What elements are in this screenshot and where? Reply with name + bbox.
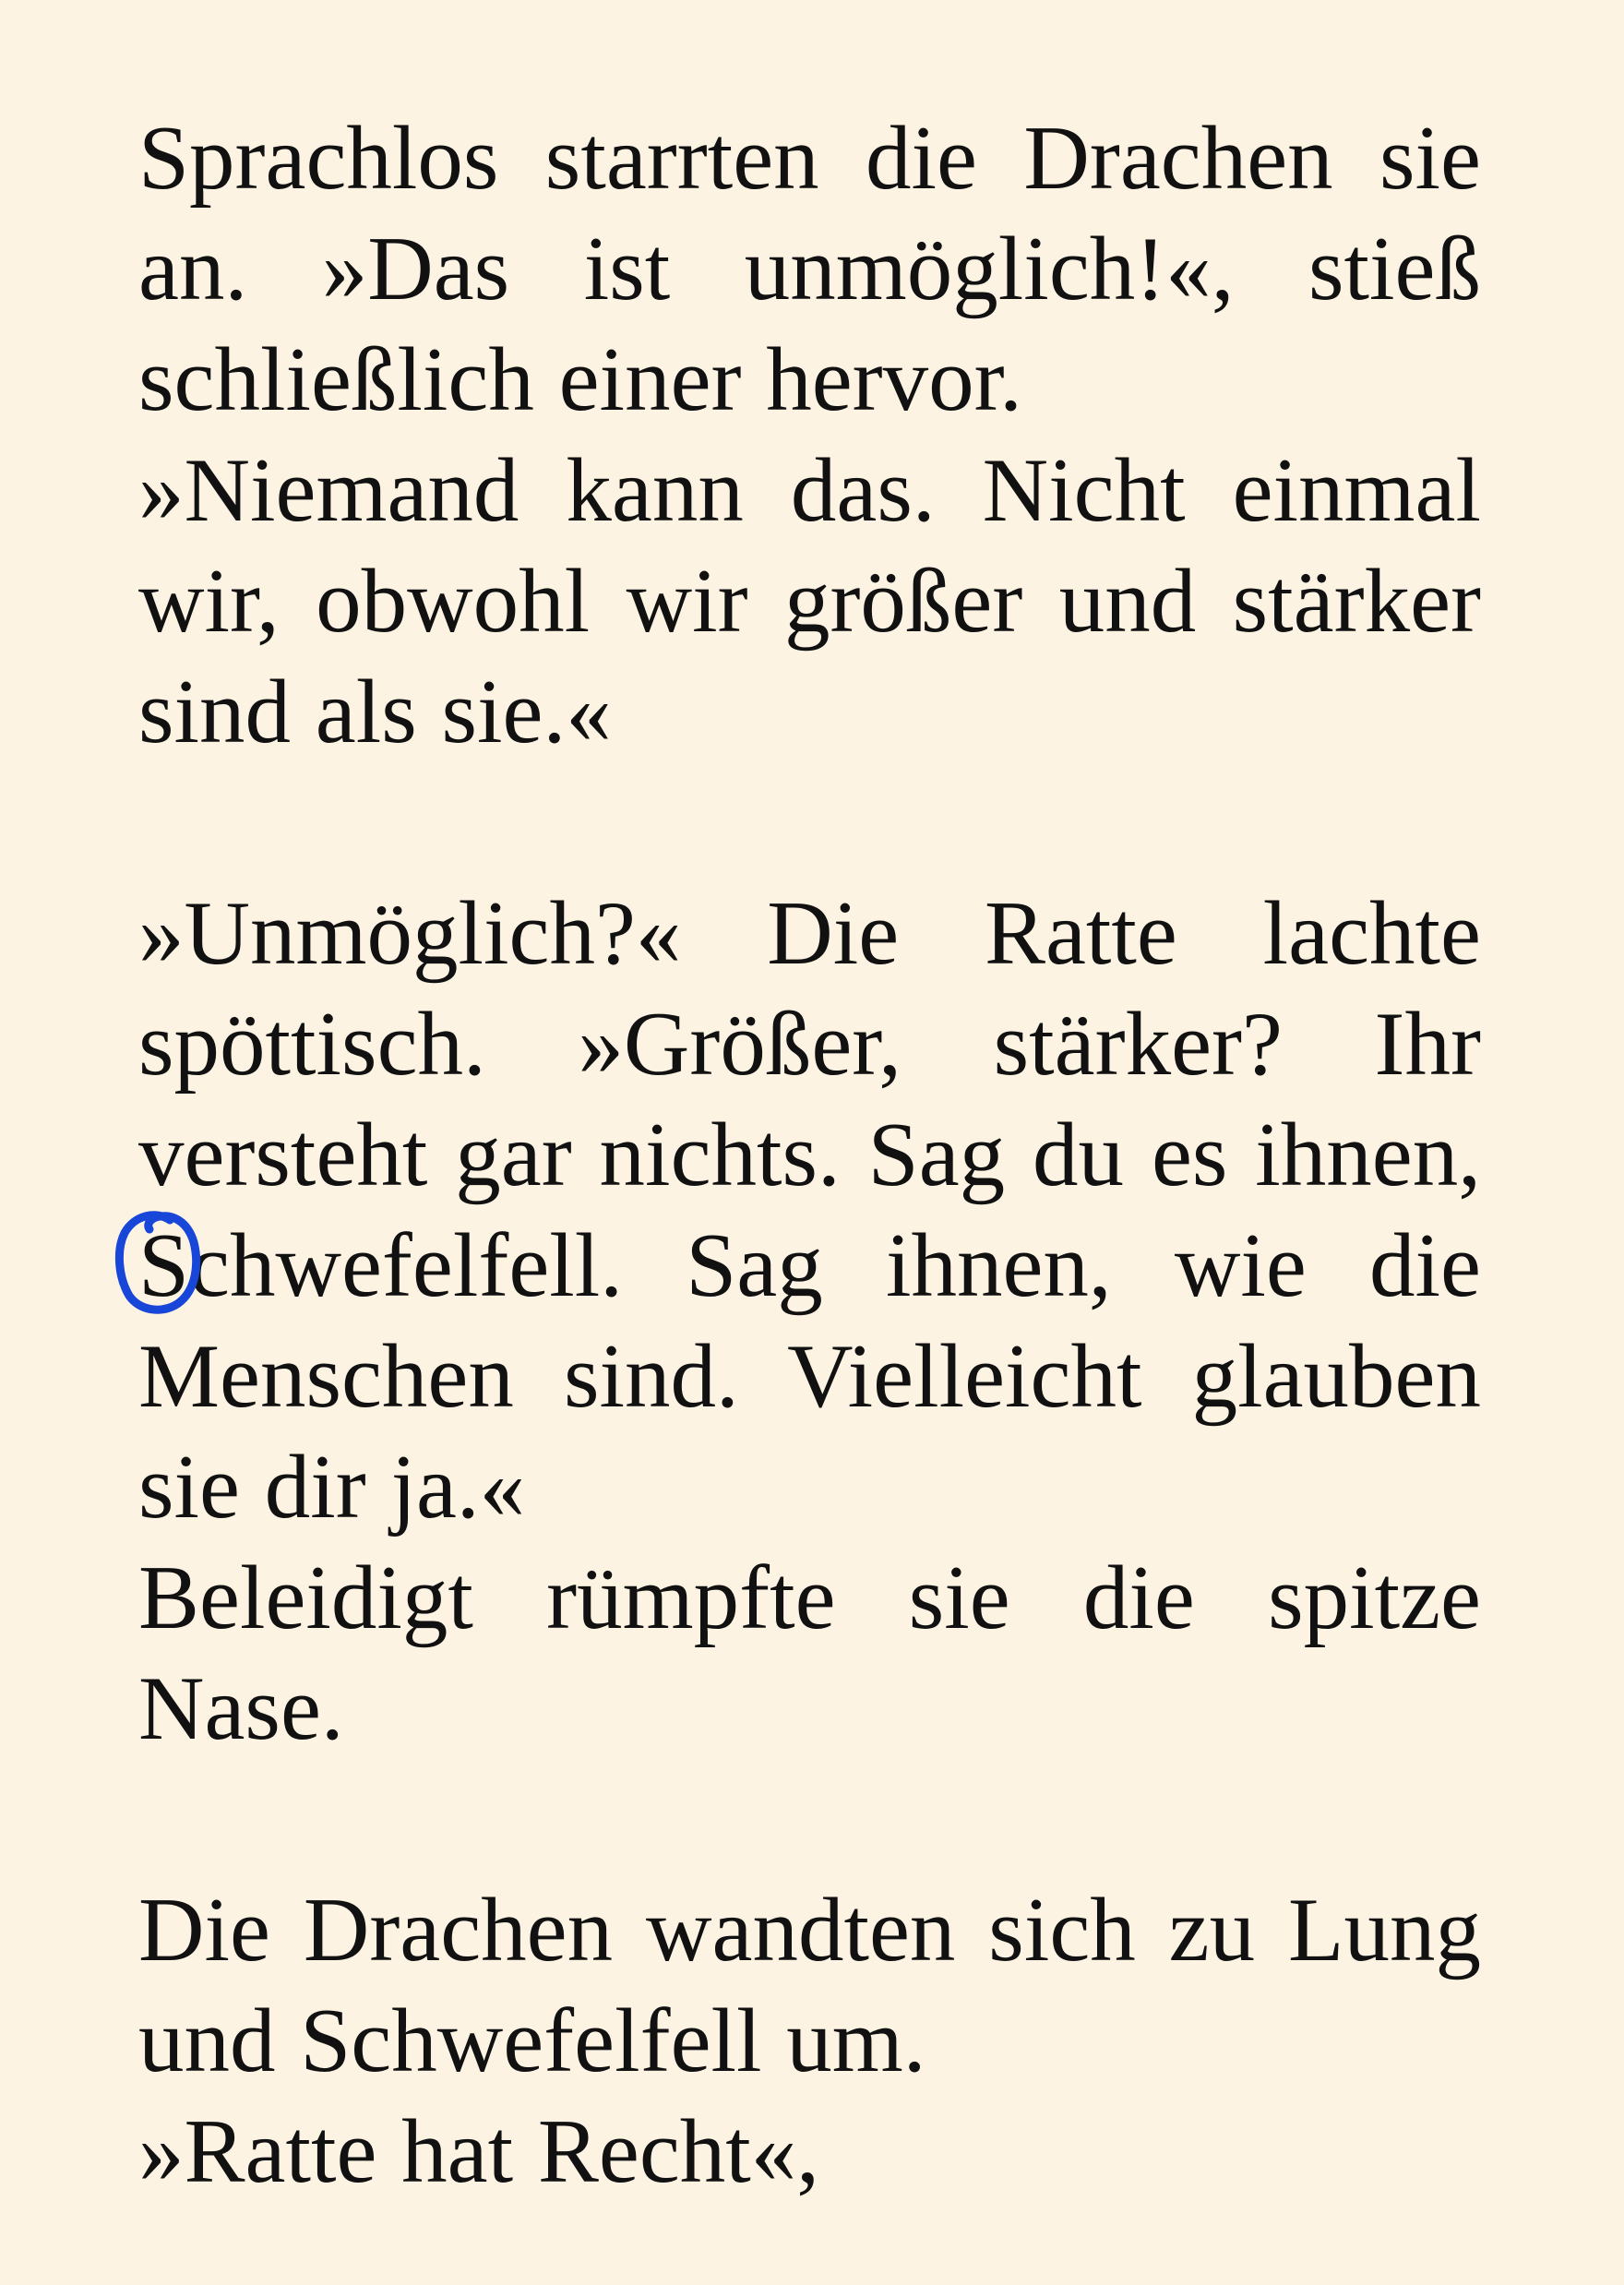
paragraph-6: »Ratte hat Recht«, xyxy=(138,2101,820,2202)
paragraph-4: Beleidigt rümpfte sie die spitze Nase. xyxy=(138,1548,1481,1759)
paragraph-2: »Niemand kann das. Nicht einmal wir, obw… xyxy=(138,440,1481,762)
paragraph-1: Sprachlos starrten die Drachen sie an. »… xyxy=(138,108,1481,430)
reading-page: Sprachlos starrten die Drachen sie an. »… xyxy=(138,103,1481,2207)
paragraph-3: »Unmöglich?« Die Ratte lachte spöttisch.… xyxy=(138,883,1481,1537)
paragraph-5: Die Drachen wandten sich zu Lung und Sch… xyxy=(138,1880,1481,2091)
